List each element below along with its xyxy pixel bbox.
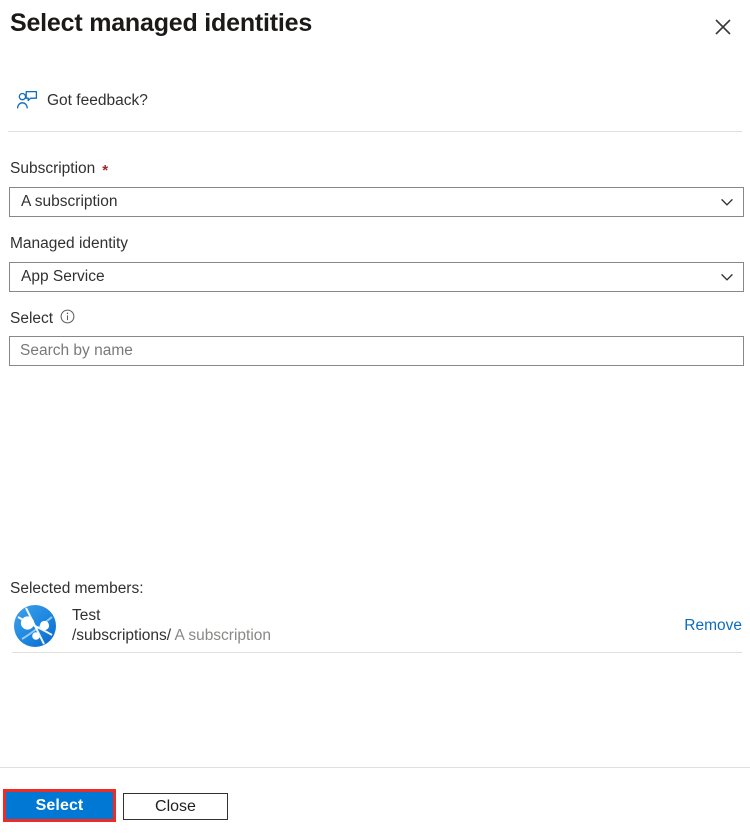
chevron-down-icon bbox=[711, 269, 743, 285]
feedback-person-icon bbox=[16, 90, 38, 112]
select-button-highlight: Select bbox=[3, 789, 116, 822]
got-feedback-label: Got feedback? bbox=[47, 92, 148, 109]
select-label: Select bbox=[10, 309, 75, 329]
required-marker: * bbox=[102, 161, 109, 179]
member-scope: /subscriptions/ A subscription bbox=[72, 626, 271, 646]
header-divider bbox=[8, 131, 742, 132]
member-divider bbox=[12, 652, 742, 653]
footer-divider bbox=[0, 767, 750, 768]
member-text: Test /subscriptions/ A subscription bbox=[72, 606, 271, 646]
app-service-icon bbox=[12, 603, 58, 649]
got-feedback-link[interactable]: Got feedback? bbox=[16, 90, 148, 112]
search-input[interactable] bbox=[9, 336, 744, 366]
list-item: Test /subscriptions/ A subscription Remo… bbox=[12, 601, 742, 651]
subscription-label: Subscription * bbox=[10, 160, 108, 178]
info-icon[interactable] bbox=[60, 309, 75, 329]
close-button[interactable] bbox=[706, 10, 740, 44]
subscription-label-text: Subscription bbox=[10, 160, 96, 177]
subscription-dropdown[interactable]: A subscription bbox=[9, 187, 744, 217]
member-name: Test bbox=[72, 607, 101, 625]
chevron-down-icon bbox=[711, 194, 743, 210]
managed-identity-dropdown[interactable]: App Service bbox=[9, 262, 744, 292]
managed-identity-label: Managed identity bbox=[10, 235, 128, 253]
close-dialog-button[interactable]: Close bbox=[123, 793, 228, 820]
member-scope-value: A subscription bbox=[171, 627, 272, 644]
managed-identity-value: App Service bbox=[21, 268, 105, 285]
select-button[interactable]: Select bbox=[6, 792, 113, 819]
member-scope-prefix: /subscriptions/ bbox=[72, 627, 172, 644]
page-title: Select managed identities bbox=[10, 9, 313, 37]
selected-members-heading: Selected members: bbox=[10, 580, 144, 597]
subscription-value: A subscription bbox=[21, 193, 118, 210]
managed-identity-label-text: Managed identity bbox=[10, 235, 129, 252]
select-label-text: Select bbox=[10, 310, 54, 327]
close-icon bbox=[713, 17, 733, 37]
remove-member-button[interactable]: Remove bbox=[684, 617, 742, 635]
